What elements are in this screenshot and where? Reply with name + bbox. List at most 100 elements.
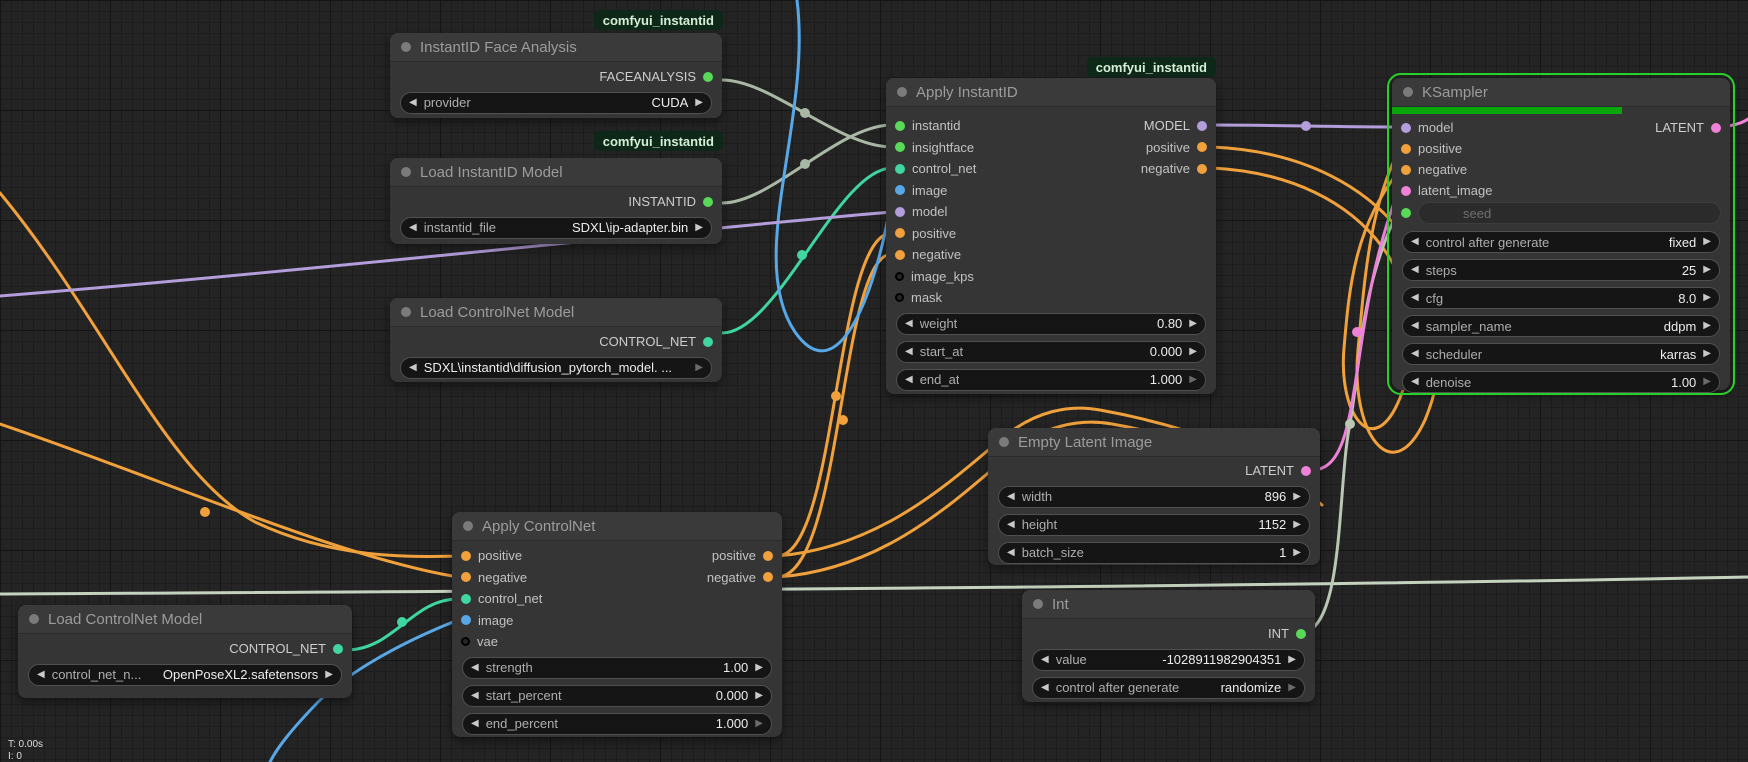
input-port-mask[interactable]: mask bbox=[895, 290, 942, 305]
input-port-instantid[interactable]: instantid bbox=[895, 118, 960, 133]
collapse-dot[interactable] bbox=[1033, 599, 1043, 609]
input-port-negative[interactable]: negative bbox=[1401, 162, 1467, 177]
input-dot[interactable] bbox=[895, 228, 905, 238]
input-port-latent-image[interactable]: latent_image bbox=[1401, 183, 1492, 198]
collapse-dot[interactable] bbox=[401, 307, 411, 317]
output-port-int[interactable]: INT bbox=[1268, 626, 1306, 641]
increment-arrow-icon[interactable]: ▶ bbox=[1703, 265, 1711, 275]
decrement-arrow-icon[interactable]: ◀ bbox=[471, 691, 479, 701]
node-header[interactable]: InstantID Face Analysis bbox=[390, 33, 722, 62]
decrement-arrow-icon[interactable]: ◀ bbox=[905, 319, 913, 329]
increment-arrow-icon[interactable]: ▶ bbox=[1189, 319, 1197, 329]
increment-arrow-icon[interactable]: ▶ bbox=[755, 719, 763, 729]
node-load-controlnet-model-instantid[interactable]: Load ControlNet Model CONTROL_NET ◀ SDXL… bbox=[390, 298, 722, 382]
widget-denoise[interactable]: ◀ denoise 1.00 ▶ bbox=[1402, 371, 1720, 393]
input-port-insightface[interactable]: insightface bbox=[895, 140, 974, 155]
node-load-instantid-model[interactable]: Load InstantID Model INSTANTID ◀ instant… bbox=[390, 158, 722, 244]
decrement-arrow-icon[interactable]: ◀ bbox=[471, 663, 479, 673]
input-port-model[interactable]: model bbox=[895, 204, 947, 219]
output-dot[interactable] bbox=[1301, 466, 1311, 476]
input-dot[interactable] bbox=[1401, 144, 1411, 154]
widget-weight[interactable]: ◀ weight 0.80 ▶ bbox=[896, 313, 1206, 335]
increment-arrow-icon[interactable]: ▶ bbox=[325, 670, 333, 680]
node-header[interactable]: KSampler bbox=[1392, 78, 1730, 107]
node-header[interactable]: Load ControlNet Model bbox=[390, 298, 722, 327]
link-dot[interactable] bbox=[200, 507, 210, 517]
decrement-arrow-icon[interactable]: ◀ bbox=[1411, 349, 1419, 359]
increment-arrow-icon[interactable]: ▶ bbox=[695, 98, 703, 108]
decrement-arrow-icon[interactable]: ◀ bbox=[471, 719, 479, 729]
widget-end-at[interactable]: ◀ end_at 1.000 ▶ bbox=[896, 369, 1206, 391]
decrement-arrow-icon[interactable]: ◀ bbox=[1041, 683, 1049, 693]
input-port-negative[interactable]: negative bbox=[895, 247, 961, 262]
increment-arrow-icon[interactable]: ▶ bbox=[1189, 375, 1197, 385]
decrement-arrow-icon[interactable]: ◀ bbox=[905, 347, 913, 357]
output-port-instantid[interactable]: INSTANTID bbox=[628, 194, 713, 209]
input-dot[interactable] bbox=[895, 142, 905, 152]
output-dot[interactable] bbox=[1711, 123, 1721, 133]
node-empty-latent-image[interactable]: Empty Latent Image LATENT ◀ width 896 ▶ … bbox=[988, 428, 1320, 565]
increment-arrow-icon[interactable]: ▶ bbox=[1293, 548, 1301, 558]
increment-arrow-icon[interactable]: ▶ bbox=[1703, 377, 1711, 387]
node-ksampler[interactable]: KSampler model LATENT positive bbox=[1392, 78, 1730, 390]
widget-provider[interactable]: ◀ provider CUDA ▶ bbox=[400, 92, 712, 114]
link-dot[interactable] bbox=[1352, 327, 1362, 337]
increment-arrow-icon[interactable]: ▶ bbox=[1703, 349, 1711, 359]
decrement-arrow-icon[interactable]: ◀ bbox=[1411, 293, 1419, 303]
decrement-arrow-icon[interactable]: ◀ bbox=[1411, 237, 1419, 247]
input-dot[interactable] bbox=[895, 272, 904, 281]
collapse-dot[interactable] bbox=[463, 521, 473, 531]
node-header[interactable]: Load InstantID Model bbox=[390, 158, 722, 187]
link-dot[interactable] bbox=[838, 415, 848, 425]
increment-arrow-icon[interactable]: ▶ bbox=[695, 223, 703, 233]
output-dot[interactable] bbox=[1197, 142, 1207, 152]
increment-arrow-icon[interactable]: ▶ bbox=[695, 363, 703, 373]
decrement-arrow-icon[interactable]: ◀ bbox=[905, 375, 913, 385]
node-graph-canvas[interactable]: comfyui_instantid comfyui_instantid comf… bbox=[0, 0, 1748, 762]
output-port-positive[interactable]: positive bbox=[712, 548, 773, 563]
increment-arrow-icon[interactable]: ▶ bbox=[1293, 520, 1301, 530]
widget-strength[interactable]: ◀ strength 1.00 ▶ bbox=[462, 657, 772, 679]
collapse-dot[interactable] bbox=[401, 42, 411, 52]
output-port-latent[interactable]: LATENT bbox=[1655, 120, 1721, 135]
widget-batch-size[interactable]: ◀ batch_size 1 ▶ bbox=[998, 542, 1310, 564]
input-port-control-net[interactable]: control_net bbox=[895, 161, 976, 176]
node-header[interactable]: Int bbox=[1022, 590, 1315, 619]
link-dot[interactable] bbox=[800, 159, 810, 169]
node-apply-controlnet[interactable]: Apply ControlNet positive positive negat… bbox=[452, 512, 782, 737]
decrement-arrow-icon[interactable]: ◀ bbox=[409, 223, 417, 233]
widget-cfg[interactable]: ◀ cfg 8.0 ▶ bbox=[1402, 287, 1720, 309]
output-port-negative[interactable]: negative bbox=[707, 570, 773, 585]
output-dot[interactable] bbox=[703, 72, 713, 82]
output-port-negative[interactable]: negative bbox=[1141, 161, 1207, 176]
decrement-arrow-icon[interactable]: ◀ bbox=[1007, 548, 1015, 558]
decrement-arrow-icon[interactable]: ◀ bbox=[1411, 321, 1419, 331]
output-port-latent[interactable]: LATENT bbox=[1245, 463, 1311, 478]
increment-arrow-icon[interactable]: ▶ bbox=[1293, 492, 1301, 502]
widget-height[interactable]: ◀ height 1152 ▶ bbox=[998, 514, 1310, 536]
node-int[interactable]: Int INT ◀ value -1028911982904351 ▶ ◀ co… bbox=[1022, 590, 1315, 702]
decrement-arrow-icon[interactable]: ◀ bbox=[1411, 377, 1419, 387]
input-dot[interactable] bbox=[895, 185, 905, 195]
node-header[interactable]: Apply ControlNet bbox=[452, 512, 782, 541]
input-dot[interactable] bbox=[461, 637, 470, 646]
input-port-vae[interactable]: vae bbox=[461, 634, 498, 649]
increment-arrow-icon[interactable]: ▶ bbox=[755, 663, 763, 673]
increment-arrow-icon[interactable]: ▶ bbox=[1288, 683, 1296, 693]
input-port-negative[interactable]: negative bbox=[461, 570, 527, 585]
input-dot[interactable] bbox=[1401, 186, 1411, 196]
input-port-control-net[interactable]: control_net bbox=[461, 591, 542, 606]
decrement-arrow-icon[interactable]: ◀ bbox=[1041, 655, 1049, 665]
node-header[interactable]: Apply InstantID bbox=[886, 78, 1216, 107]
output-dot[interactable] bbox=[1197, 164, 1207, 174]
collapse-dot[interactable] bbox=[1403, 87, 1413, 97]
input-dot[interactable] bbox=[895, 164, 905, 174]
widget-control-after-generate[interactable]: ◀ control after generate fixed ▶ bbox=[1402, 231, 1720, 253]
output-port-faceanalysis[interactable]: FACEANALYSIS bbox=[599, 69, 713, 84]
decrement-arrow-icon[interactable]: ◀ bbox=[1007, 492, 1015, 502]
link-dot[interactable] bbox=[797, 250, 807, 260]
widget-start-at[interactable]: ◀ start_at 0.000 ▶ bbox=[896, 341, 1206, 363]
widget-control-net-name[interactable]: ◀ control_net_n... OpenPoseXL2.safetenso… bbox=[28, 664, 342, 686]
input-port-positive[interactable]: positive bbox=[1401, 141, 1462, 156]
widget-scheduler[interactable]: ◀ scheduler karras ▶ bbox=[1402, 343, 1720, 365]
